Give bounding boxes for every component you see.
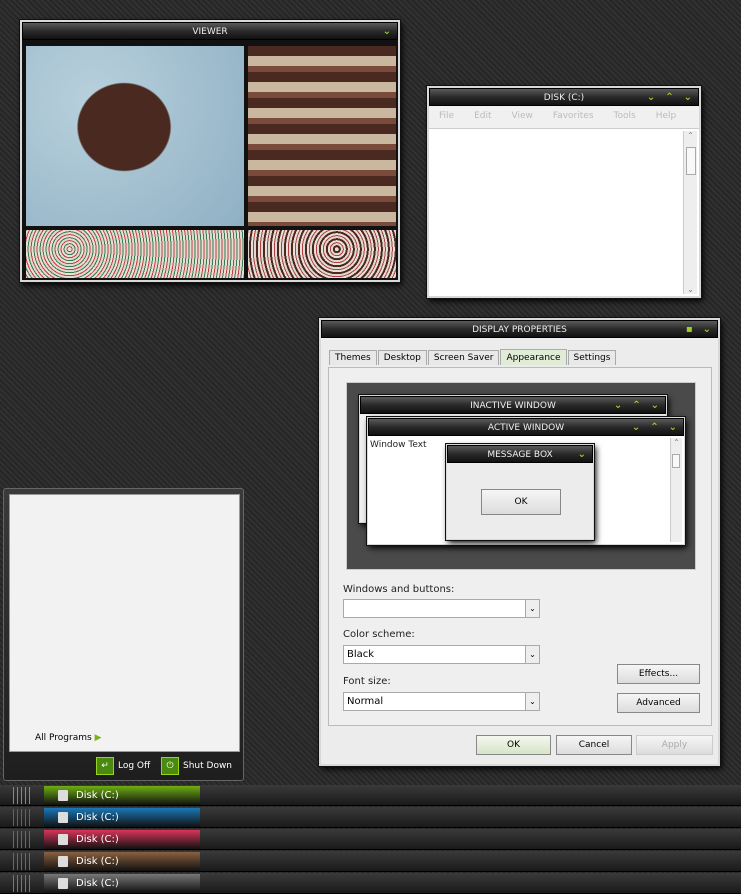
taskbar-button[interactable]: Disk (C:) xyxy=(44,874,200,893)
taskbar-label: Disk (C:) xyxy=(76,856,119,867)
apply-button[interactable]: Apply xyxy=(636,735,713,755)
taskbar: Disk (C:) xyxy=(0,785,741,806)
close-icon[interactable]: ⌄ xyxy=(684,89,692,107)
disk-titlebar[interactable]: DISK (C:) ⌄ ⌃ ⌄ xyxy=(429,88,699,106)
shut-down-button[interactable]: ⏻ Shut Down xyxy=(161,757,232,775)
inactive-title: INACTIVE WINDOW xyxy=(470,401,556,411)
windows-buttons-label: Windows and buttons: xyxy=(343,584,455,595)
disk-icon xyxy=(58,834,68,845)
viewer-title: VIEWER xyxy=(192,27,228,37)
power-icon: ⏻ xyxy=(161,757,179,775)
arrow-right-icon: ▶ xyxy=(94,733,102,743)
photo-sprinkles-1[interactable] xyxy=(26,230,244,278)
message-box-preview: MESSAGE BOX ⌄ OK xyxy=(446,444,594,540)
disk-title: DISK (C:) xyxy=(543,93,585,103)
viewer-titlebar[interactable]: VIEWER ⌄ xyxy=(22,22,398,40)
close-icon[interactable]: ⌄ xyxy=(703,321,711,339)
display-title: DISPLAY PROPERTIES xyxy=(472,325,567,335)
disk-icon xyxy=(58,812,68,823)
display-titlebar[interactable]: DISPLAY PROPERTIES ▪ ⌄ xyxy=(321,320,718,338)
windows-buttons-select[interactable]: ⌄ xyxy=(343,599,540,618)
advanced-button[interactable]: Advanced xyxy=(617,693,700,713)
taskbar: Disk (C:) xyxy=(0,851,741,872)
cancel-button[interactable]: Cancel xyxy=(556,735,632,755)
taskbar-grip[interactable] xyxy=(10,875,30,892)
photo-sprinkles-2[interactable] xyxy=(248,230,396,278)
taskbar-grip[interactable] xyxy=(10,853,30,870)
taskbar-button[interactable]: Disk (C:) xyxy=(44,808,200,827)
disk-icon xyxy=(58,790,68,801)
taskbar-label: Disk (C:) xyxy=(76,878,119,889)
preview: INACTIVE WINDOW ⌄ ⌃ ⌄ ACTIVE WINDOW ⌄ ⌃ ⌄ Wind… xyxy=(346,382,696,570)
color-scheme-select[interactable]: Black ⌄ xyxy=(343,645,540,664)
taskbar-grip[interactable] xyxy=(10,809,30,826)
taskbar-button[interactable]: Disk (C:) xyxy=(44,852,200,871)
taskbar-grip[interactable] xyxy=(10,831,30,848)
taskbar-button[interactable]: Disk (C:) xyxy=(44,786,200,805)
message-title: MESSAGE BOX xyxy=(487,450,553,460)
log-off-icon: ↵ xyxy=(96,757,114,775)
tab-screen-saver[interactable]: Screen Saver xyxy=(427,350,500,365)
all-programs-link[interactable]: All Programs ▶ xyxy=(35,733,101,743)
color-scheme-label: Color scheme: xyxy=(343,629,415,640)
programs-panel: All Programs ▶ xyxy=(9,494,240,752)
disk-icon xyxy=(58,856,68,867)
menu-help[interactable]: Help xyxy=(656,106,677,126)
taskbar-label: Disk (C:) xyxy=(76,812,119,823)
tab-settings[interactable]: Settings xyxy=(567,350,617,365)
menu-favorites[interactable]: Favorites xyxy=(553,106,594,126)
taskbar-button[interactable]: Disk (C:) xyxy=(44,830,200,849)
taskbar-label: Disk (C:) xyxy=(76,834,119,845)
scrollbar[interactable]: ⌃ ⌄ xyxy=(683,131,697,294)
log-off-button[interactable]: ↵ Log Off xyxy=(96,757,150,775)
active-window-preview: ACTIVE WINDOW ⌄ ⌃ ⌄ Window Text ⌃ MESSAGE B… xyxy=(367,417,685,545)
minimize-icon[interactable]: ⌄ xyxy=(647,89,655,107)
disk-content[interactable]: ⌃ ⌄ xyxy=(429,128,699,296)
taskbar: Disk (C:) xyxy=(0,873,741,894)
active-title: ACTIVE WINDOW xyxy=(487,423,565,433)
photo-stack[interactable] xyxy=(248,46,396,226)
chevron-down-icon: ⌄ xyxy=(525,646,539,663)
menu-tools[interactable]: Tools xyxy=(614,106,636,126)
taskbar: Disk (C:) xyxy=(0,829,741,850)
taskbar-grip[interactable] xyxy=(10,787,30,804)
ok-button[interactable]: OK xyxy=(476,735,551,755)
window-text: Window Text xyxy=(370,440,427,450)
viewer-window: VIEWER ⌄ xyxy=(20,20,400,282)
preview-scrollbar: ⌃ xyxy=(670,438,682,542)
photo-heart[interactable] xyxy=(26,46,244,226)
start-menu: All Programs ▶ ↵ Log Off ⏻ Shut Down xyxy=(3,488,244,781)
tab-appearance[interactable]: Appearance xyxy=(500,349,567,365)
disk-icon xyxy=(58,878,68,889)
menu-view[interactable]: View xyxy=(512,106,533,126)
message-ok-button[interactable]: OK xyxy=(481,489,561,515)
maximize-icon[interactable]: ⌃ xyxy=(665,89,673,107)
disk-window: DISK (C:) ⌄ ⌃ ⌄ File Edit View Favorites Tools… xyxy=(427,86,701,298)
taskbar: Disk (C:) xyxy=(0,807,741,828)
font-size-select[interactable]: Normal ⌄ xyxy=(343,692,540,711)
chevron-down-icon[interactable]: ⌄ xyxy=(383,23,391,41)
menu-file[interactable]: File xyxy=(439,106,454,126)
tab-panel: INACTIVE WINDOW ⌄ ⌃ ⌄ ACTIVE WINDOW ⌄ ⌃ ⌄ Wind… xyxy=(328,367,712,726)
chevron-down-icon: ⌄ xyxy=(525,600,539,617)
menu-bar: File Edit View Favorites Tools Help xyxy=(429,106,699,126)
taskbar-label: Disk (C:) xyxy=(76,790,119,801)
effects-button[interactable]: Effects... xyxy=(617,664,700,684)
display-properties-window: DISPLAY PROPERTIES ▪ ⌄ Themes Desktop Scree… xyxy=(319,318,720,766)
tab-themes[interactable]: Themes xyxy=(329,350,377,365)
font-size-label: Font size: xyxy=(343,676,391,687)
menu-edit[interactable]: Edit xyxy=(474,106,491,126)
tab-desktop[interactable]: Desktop xyxy=(377,350,427,365)
restore-icon[interactable]: ▪ xyxy=(686,321,693,339)
chevron-down-icon: ⌄ xyxy=(525,693,539,710)
